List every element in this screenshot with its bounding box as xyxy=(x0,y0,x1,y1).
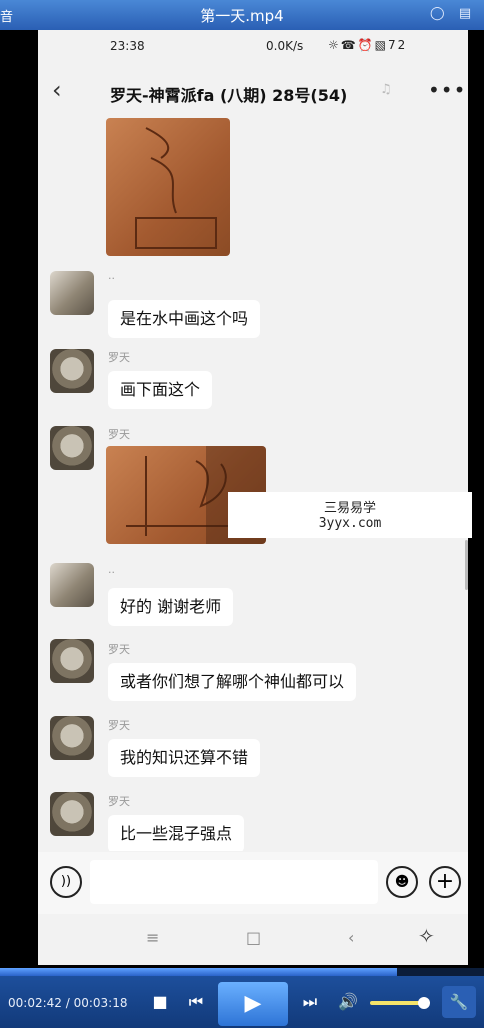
message-bubble[interactable]: 我的知识还算不错 xyxy=(108,739,261,777)
chat-header: ‹ 罗天-神霄派fa (八期) 28号(54) ♫ ••• xyxy=(38,72,468,114)
watermark: 三易易学 3yyx.com xyxy=(228,492,472,538)
chat-scrollbar[interactable] xyxy=(465,540,468,590)
avatar[interactable] xyxy=(50,639,94,683)
current-time: 00:02:42 xyxy=(8,996,62,1010)
watermark-url: 3yyx.com xyxy=(318,516,382,531)
message-bubble[interactable]: 好的 谢谢老师 xyxy=(108,588,234,626)
avatar[interactable] xyxy=(50,271,94,315)
message-image[interactable] xyxy=(106,118,230,256)
seek-bar[interactable] xyxy=(0,968,484,976)
talisman-drawing xyxy=(135,127,217,249)
avatar[interactable] xyxy=(50,426,94,470)
volume-icon[interactable]: 🔊 xyxy=(334,988,362,1016)
watermark-title: 三易易学 xyxy=(323,501,376,516)
mute-bell-icon: ♫ xyxy=(380,82,392,97)
message-bubble[interactable]: 比一些混子强点 xyxy=(108,815,245,851)
network-speed: 0.0K/s xyxy=(266,39,304,53)
wrench-icon[interactable]: 🔧 xyxy=(442,986,476,1018)
stop-icon[interactable]: ■ xyxy=(146,988,174,1016)
avatar[interactable] xyxy=(50,792,94,836)
sender-name: .. xyxy=(108,563,115,576)
battery-level: 72 xyxy=(387,38,408,52)
playback-time: 00:02:42 / 00:03:18 xyxy=(8,996,128,1010)
play-button[interactable]: ▶ xyxy=(218,982,288,1026)
sender-name: 罗天 xyxy=(108,428,130,441)
sender-name: 罗天 xyxy=(108,351,130,364)
next-icon[interactable]: ⏭ xyxy=(296,988,324,1016)
emoji-icon[interactable]: ☻ xyxy=(386,866,418,898)
more-options-icon[interactable]: ••• xyxy=(428,78,466,102)
input-bar: )) ☻ + xyxy=(38,852,468,914)
voice-input-icon[interactable]: )) xyxy=(50,866,82,898)
chat-title: 罗天-神霄派fa (八期) 28号(54) xyxy=(110,86,348,105)
volume-knob[interactable] xyxy=(418,997,430,1009)
avatar[interactable] xyxy=(50,563,94,607)
sender-name: 罗天 xyxy=(108,719,130,732)
accessibility-icon[interactable]: ✧ xyxy=(418,924,435,948)
home-nav-icon[interactable]: □ xyxy=(246,928,261,947)
menu-icon[interactable]: ▤ xyxy=(458,7,472,21)
message-list: .. 是在水中画这个吗 罗天 画下面这个 罗天 .. 好的 谢谢老师 罗天 或者… xyxy=(38,116,468,851)
message-bubble[interactable]: 是在水中画这个吗 xyxy=(108,300,261,338)
back-icon[interactable]: ‹ xyxy=(52,76,62,104)
sender-name: 罗天 xyxy=(108,643,130,656)
android-nav-bar: ≡ □ ‹ ✧ xyxy=(38,914,468,965)
message-bubble[interactable]: 或者你们想了解哪个神仙都可以 xyxy=(108,663,357,701)
sender-name: .. xyxy=(108,269,115,282)
menu-nav-icon[interactable]: ≡ xyxy=(146,928,159,947)
window-title: 第一天.mp4 xyxy=(200,7,284,25)
back-nav-icon[interactable]: ‹ xyxy=(348,928,354,947)
total-time: 00:03:18 xyxy=(73,996,128,1010)
speech-bubble-icon[interactable]: ◯ xyxy=(430,7,445,21)
status-time: 23:38 xyxy=(110,39,145,53)
previous-icon[interactable]: ⏮ xyxy=(182,988,210,1016)
sender-name: 罗天 xyxy=(108,795,130,808)
player-controls: 00:02:42 / 00:03:18 ■ ⏮ ▶ ⏭ 🔊 🔧 xyxy=(0,976,484,1028)
message-bubble[interactable]: 画下面这个 xyxy=(108,371,213,409)
message-input[interactable] xyxy=(90,860,378,904)
seek-progress xyxy=(0,968,397,976)
avatar[interactable] xyxy=(50,349,94,393)
plus-icon[interactable]: + xyxy=(429,866,461,898)
status-bar: 23:38 0.0K/s ☼☎⏰▧72 xyxy=(38,30,468,60)
player-titlebar: 音 第一天.mp4 ◯ ▤ xyxy=(0,0,484,30)
avatar[interactable] xyxy=(50,716,94,760)
status-icons: ☼☎⏰▧72 xyxy=(328,38,408,52)
